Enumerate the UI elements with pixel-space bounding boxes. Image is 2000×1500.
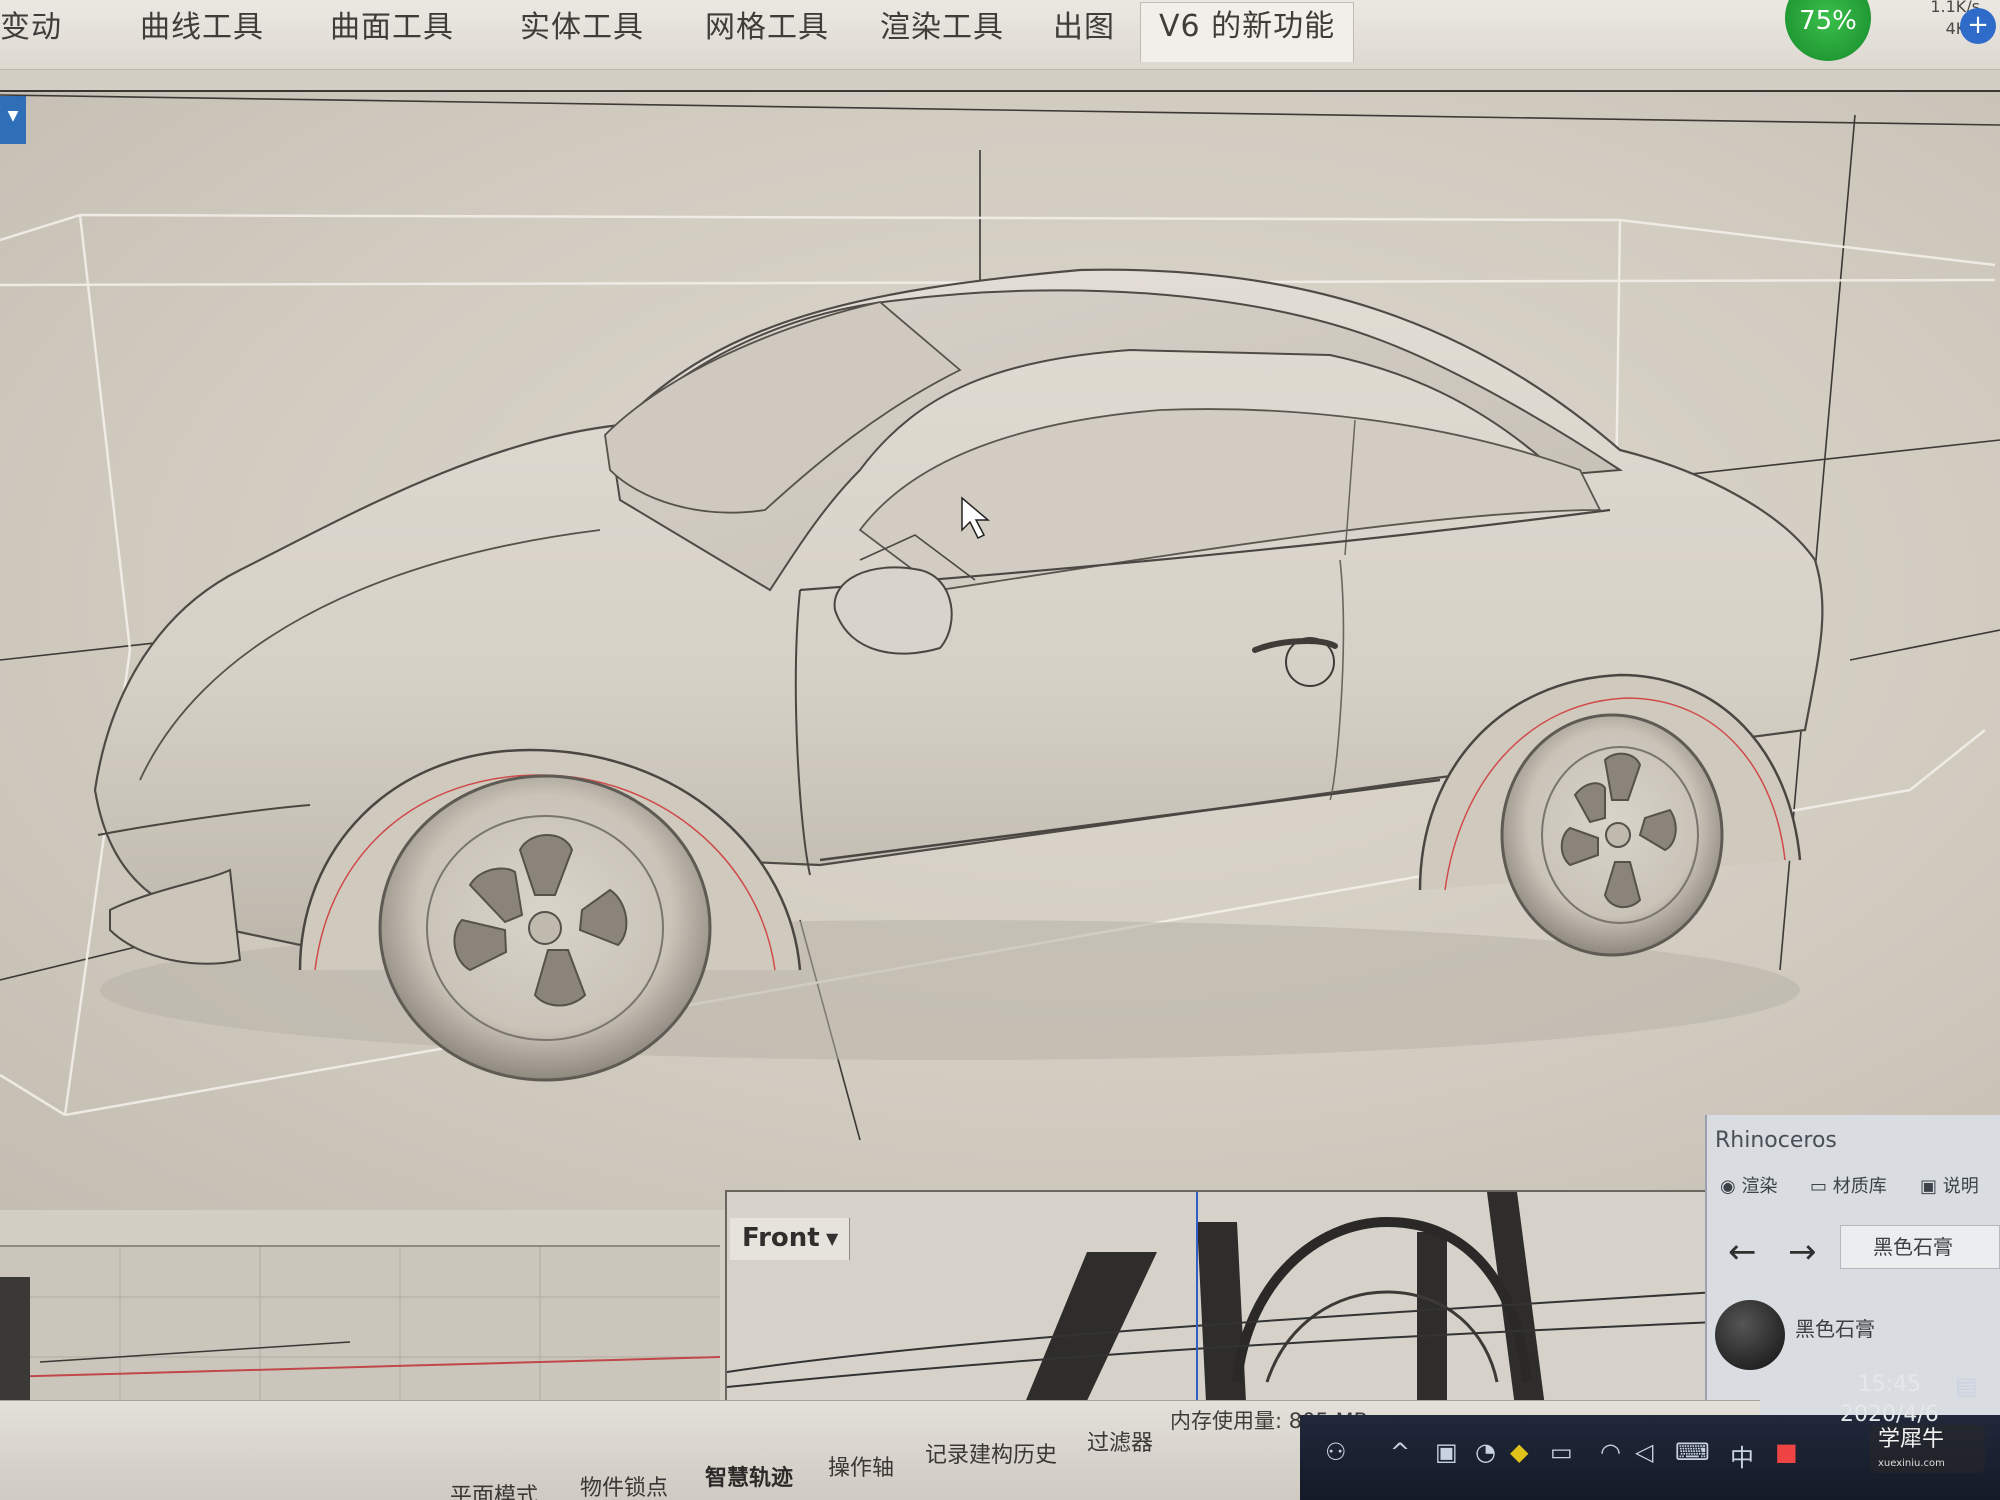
tab-transform[interactable]: 变动 (0, 8, 62, 62)
tab-solid-tools[interactable]: 实体工具 (520, 8, 644, 62)
tab-help-label: 说明 (1942, 1176, 1979, 1197)
status-record-history[interactable]: 记录建构历史 (925, 1437, 1057, 1469)
material-preview-swatch[interactable] (1715, 1300, 1785, 1370)
app-notification-icon[interactable]: ■ (1775, 1438, 1798, 1466)
status-filter[interactable]: 过滤器 (1087, 1425, 1153, 1457)
tab-material-library-label: 材质库 (1832, 1176, 1887, 1197)
status-planar-mode[interactable]: 平面模式 (450, 1478, 538, 1500)
tab-new-in-v6[interactable]: V6 的新功能 (1140, 2, 1355, 62)
volume-icon[interactable]: ◁ (1635, 1438, 1653, 1466)
screen: 变动 曲线工具 曲面工具 实体工具 网格工具 渲染工具 出图 V6 的新功能 7… (0, 0, 2000, 1500)
tab-render-label: 渲染 (1741, 1176, 1778, 1197)
tab-material-library[interactable]: ▭ 材质库 (1810, 1170, 1887, 1204)
status-smart-track[interactable]: 智慧轨迹 (705, 1460, 793, 1492)
tab-drafting[interactable]: 出图 (1053, 8, 1115, 62)
tab-mesh-tools[interactable]: 网格工具 (705, 8, 829, 62)
clock-time: 15:45 (1857, 1372, 1922, 1397)
status-gumball[interactable]: 操作轴 (828, 1450, 894, 1482)
ribbon-tab-bar: 变动 曲线工具 曲面工具 实体工具 网格工具 渲染工具 出图 V6 的新功能 (0, 0, 2000, 70)
ime-indicator[interactable]: 中 (1730, 1438, 1754, 1473)
arrow-right-icon[interactable]: → (1788, 1232, 1817, 1272)
bell-icon[interactable]: ◔ (1475, 1438, 1496, 1466)
people-icon[interactable]: ⚇ (1325, 1438, 1347, 1466)
watermark-url: xuexiniu.com (1878, 1458, 1945, 1469)
keyboard-icon[interactable]: ⌨ (1675, 1438, 1710, 1466)
front-viewport-content (726, 1192, 1718, 1422)
plus-icon[interactable]: + (1960, 8, 1996, 44)
material-selector[interactable]: 黑色石膏 (1840, 1225, 2000, 1269)
car-model-scene[interactable] (0, 90, 2000, 1210)
tab-curve-tools[interactable]: 曲线工具 (140, 8, 264, 62)
taskbar-clock[interactable]: 15:45 2020/4/6 (1840, 1370, 1939, 1430)
security-icon[interactable]: ◆ (1510, 1438, 1528, 1466)
wifi-icon[interactable]: ◠ (1600, 1438, 1621, 1466)
tab-render[interactable]: ◉ 渲染 (1720, 1170, 1777, 1204)
chevron-up-icon[interactable]: ^ (1390, 1438, 1410, 1466)
front-wheel (378, 774, 712, 1082)
action-center-icon[interactable]: ▤ (1955, 1372, 1978, 1400)
tab-render-tools[interactable]: 渲染工具 (880, 8, 1004, 62)
front-viewport[interactable] (725, 1190, 1718, 1422)
rear-wheel (1500, 713, 1724, 957)
tab-surface-tools[interactable]: 曲面工具 (330, 8, 454, 62)
tab-help[interactable]: ▣ 说明 (1920, 1170, 1979, 1204)
folder-icon: ▭ (1810, 1176, 1828, 1197)
material-preview-name: 黑色石膏 (1795, 1317, 1875, 1341)
app-tray-icon[interactable]: ▣ (1435, 1438, 1458, 1466)
arrow-left-icon[interactable]: ← (1728, 1232, 1757, 1272)
render-icon: ◉ (1720, 1176, 1736, 1197)
chevron-down-icon[interactable]: ▼ (826, 1226, 850, 1252)
help-icon: ▣ (1920, 1176, 1938, 1197)
battery-icon[interactable]: ▭ (1550, 1438, 1573, 1466)
panel-title: Rhinoceros (1715, 1128, 1837, 1153)
status-object-snap[interactable]: 物件锁点 (580, 1470, 668, 1500)
